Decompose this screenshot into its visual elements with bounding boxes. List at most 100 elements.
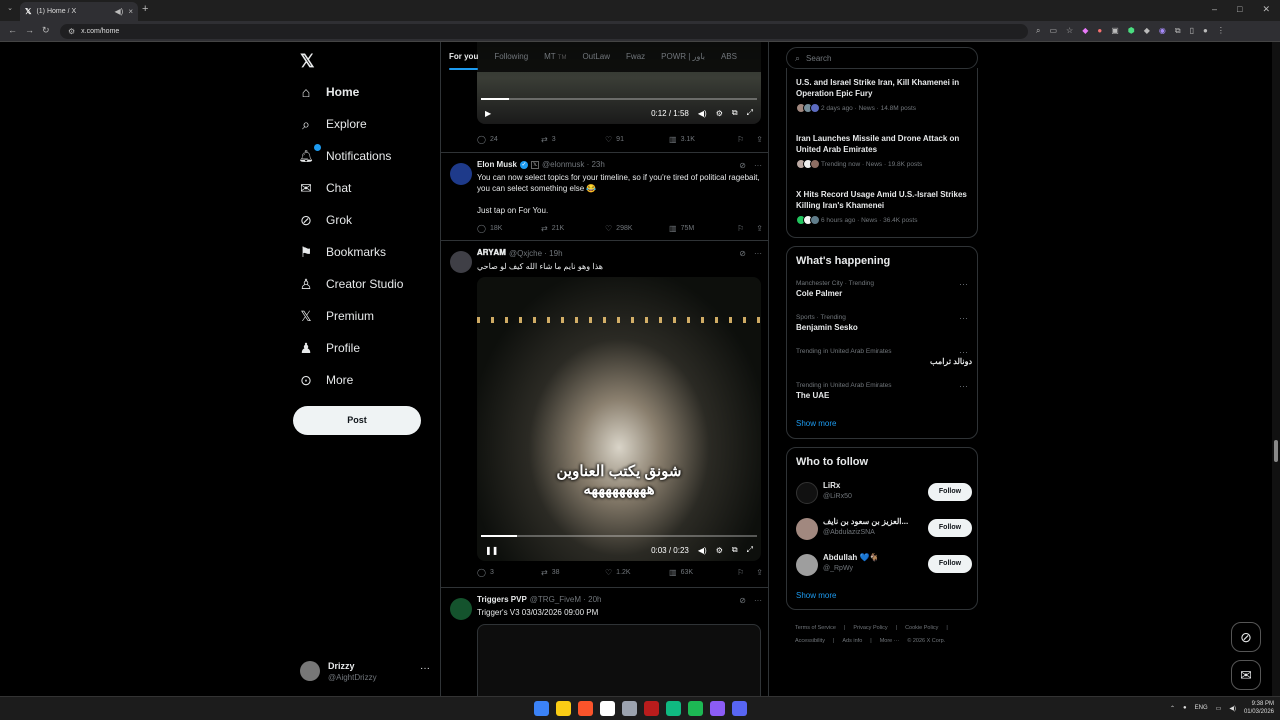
grok-float-button[interactable]: ⊘	[1231, 622, 1261, 652]
volume-icon[interactable]: ◀︎)	[698, 546, 707, 555]
steam-icon[interactable]	[600, 701, 615, 716]
tab-abs[interactable]: ABS	[713, 42, 745, 72]
extension-icon[interactable]: ◉	[1159, 26, 1166, 36]
like-button[interactable]: ♡ 1.2K	[605, 568, 669, 577]
zoom-icon[interactable]: ⌕	[1036, 26, 1040, 36]
post[interactable]: 𝐀𝐑𝐘𝐀𝐌 @Qxjche · 19h ⊘ ··· هذا وهو نايم م…	[441, 240, 768, 587]
chevron-up-icon[interactable]: ⌃	[1170, 705, 1175, 712]
clock[interactable]: 9:38 PM 01/03/2026	[1244, 700, 1274, 716]
bookmark-icon[interactable]: ⚐	[737, 568, 744, 577]
tab-powr[interactable]: POWR | باور	[653, 42, 713, 72]
more-dots-icon[interactable]: ···	[420, 663, 430, 674]
sidebar-icon[interactable]: ▯	[1190, 26, 1194, 36]
volume-icon[interactable]: ◀︎)	[698, 109, 707, 118]
fullscreen-icon[interactable]: ⤢	[747, 108, 753, 118]
grok-icon[interactable]: ⊘	[739, 249, 746, 258]
repost-button[interactable]: ⇄ 3	[541, 135, 605, 144]
nav-profile[interactable]: ♟ Profile	[298, 338, 360, 358]
post-author-name[interactable]: Triggers PVP	[477, 595, 527, 604]
more-dots-icon[interactable]: ···	[959, 381, 968, 391]
tab-outlaw[interactable]: OutLaw	[574, 42, 618, 72]
extension-icon[interactable]: ◆	[1144, 26, 1150, 36]
post-button[interactable]: Post	[293, 406, 421, 435]
tab-fwaz[interactable]: Fwaz	[618, 42, 653, 72]
avatar[interactable]	[450, 251, 472, 273]
nav-bookmarks[interactable]: ⚑ Bookmarks	[298, 242, 386, 262]
cast-icon[interactable]: ▭	[1049, 26, 1057, 36]
tab-following[interactable]: Following	[486, 42, 536, 72]
tab-for-you[interactable]: For you	[441, 42, 486, 72]
follow-button[interactable]: Follow	[928, 555, 972, 573]
avatar[interactable]	[796, 482, 818, 504]
reply-button[interactable]: ◯ 18K	[477, 224, 541, 233]
news-item[interactable]: Iran Launches Missile and Drone Attack o…	[796, 133, 972, 169]
footer-link[interactable]: Ads info	[842, 638, 862, 644]
trend-item[interactable]: Manchester City · Trending Cole Palmer ·…	[796, 279, 972, 298]
scrollbar-thumb[interactable]	[1274, 440, 1278, 462]
nav-home[interactable]: ⌂ Home	[298, 82, 360, 102]
like-button[interactable]: ♡ 91	[605, 135, 669, 144]
post[interactable]: Elon Musk ✓ 𝕏 @elonmusk · 23h ⊘ ··· You …	[441, 152, 768, 240]
video-progress-bar[interactable]	[481, 535, 757, 537]
more-dots-icon[interactable]: ···	[959, 279, 968, 289]
trend-item[interactable]: Sports · Trending Benjamin Sesko ···	[796, 313, 972, 332]
views-button[interactable]: ▥ 3.1K	[669, 135, 733, 144]
post-author-name[interactable]: Elon Musk	[477, 160, 517, 169]
discord-icon[interactable]	[732, 701, 747, 716]
grok-icon[interactable]: ⊘	[739, 161, 746, 170]
nav-premium[interactable]: 𝕏 Premium	[298, 306, 374, 326]
spotify-icon[interactable]	[688, 701, 703, 716]
news-item[interactable]: X Hits Record Usage Amid U.S.-Israel Str…	[796, 189, 972, 225]
more-dots-icon[interactable]: ···	[754, 249, 762, 258]
fullscreen-icon[interactable]: ⤢	[747, 545, 753, 555]
show-more-link[interactable]: Show more	[796, 591, 836, 600]
repost-button[interactable]: ⇄ 21K	[541, 224, 605, 233]
post-author-name[interactable]: 𝐀𝐑𝐘𝐀𝐌	[477, 248, 506, 258]
video-player[interactable]: شونق يكتب العناوين هههههههههه ❚❚ 0:03 / …	[477, 277, 761, 561]
follow-suggestion[interactable]: LiRx @LiRx50 Follow	[796, 480, 972, 506]
new-tab-button[interactable]: +	[142, 3, 148, 15]
more-dots-icon[interactable]: ···	[959, 347, 968, 357]
start-icon[interactable]	[534, 701, 549, 716]
bookmark-icon[interactable]: ⚐	[737, 224, 744, 233]
share-icon[interactable]: ⇪	[756, 568, 763, 577]
reply-button[interactable]: ◯ 24	[477, 135, 541, 144]
pip-icon[interactable]: ⧉	[732, 545, 738, 555]
extension-icon[interactable]: ▣	[1111, 26, 1119, 36]
footer-link[interactable]: More ···	[880, 638, 900, 644]
follow-button[interactable]: Follow	[928, 519, 972, 537]
network-icon[interactable]: ▭	[1216, 705, 1222, 712]
url-field[interactable]: ⚙ x.com/home	[60, 24, 1028, 39]
language-indicator[interactable]: ENG	[1195, 705, 1208, 711]
bookmark-icon[interactable]: ⚐	[737, 135, 744, 144]
volume-icon[interactable]: ◀︎)	[1229, 705, 1236, 712]
footer-link[interactable]: Privacy Policy	[853, 625, 887, 631]
avatar[interactable]	[796, 518, 818, 540]
file-explorer-icon[interactable]	[556, 701, 571, 716]
mic-icon[interactable]: ●	[1183, 705, 1187, 711]
avatar[interactable]	[450, 598, 472, 620]
video-progress-bar[interactable]	[481, 98, 757, 100]
page-scrollbar[interactable]	[1272, 42, 1280, 696]
play-icon[interactable]: ▶	[485, 109, 491, 118]
avatar[interactable]	[450, 163, 472, 185]
nav-grok[interactable]: ⊘ Grok	[298, 210, 352, 230]
show-more-link[interactable]: Show more	[796, 419, 836, 428]
nav-creator-studio[interactable]: ♙ Creator Studio	[298, 274, 404, 294]
share-icon[interactable]: ⇪	[756, 135, 763, 144]
reload-button[interactable]: ↻	[42, 25, 50, 36]
tab-list-chevron-icon[interactable]: ⌄	[4, 4, 16, 16]
settings-icon[interactable]: ⚙	[716, 546, 723, 555]
follow-button[interactable]: Follow	[928, 483, 972, 501]
tab-close-icon[interactable]: ×	[128, 7, 133, 16]
menu-dots-icon[interactable]: ⋮	[1217, 26, 1225, 36]
trend-item[interactable]: Trending in United Arab Emirates The UAE…	[796, 381, 972, 400]
like-button[interactable]: ♡ 298K	[605, 224, 669, 233]
app-icon[interactable]	[644, 701, 659, 716]
pip-icon[interactable]: ⧉	[732, 108, 738, 118]
site-info-icon[interactable]: ⚙	[68, 27, 75, 36]
more-dots-icon[interactable]: ···	[754, 161, 762, 170]
forward-button[interactable]: →	[25, 25, 34, 35]
profile-avatar-icon[interactable]: ●	[1203, 26, 1208, 36]
nav-chat[interactable]: ✉ Chat	[298, 178, 351, 198]
